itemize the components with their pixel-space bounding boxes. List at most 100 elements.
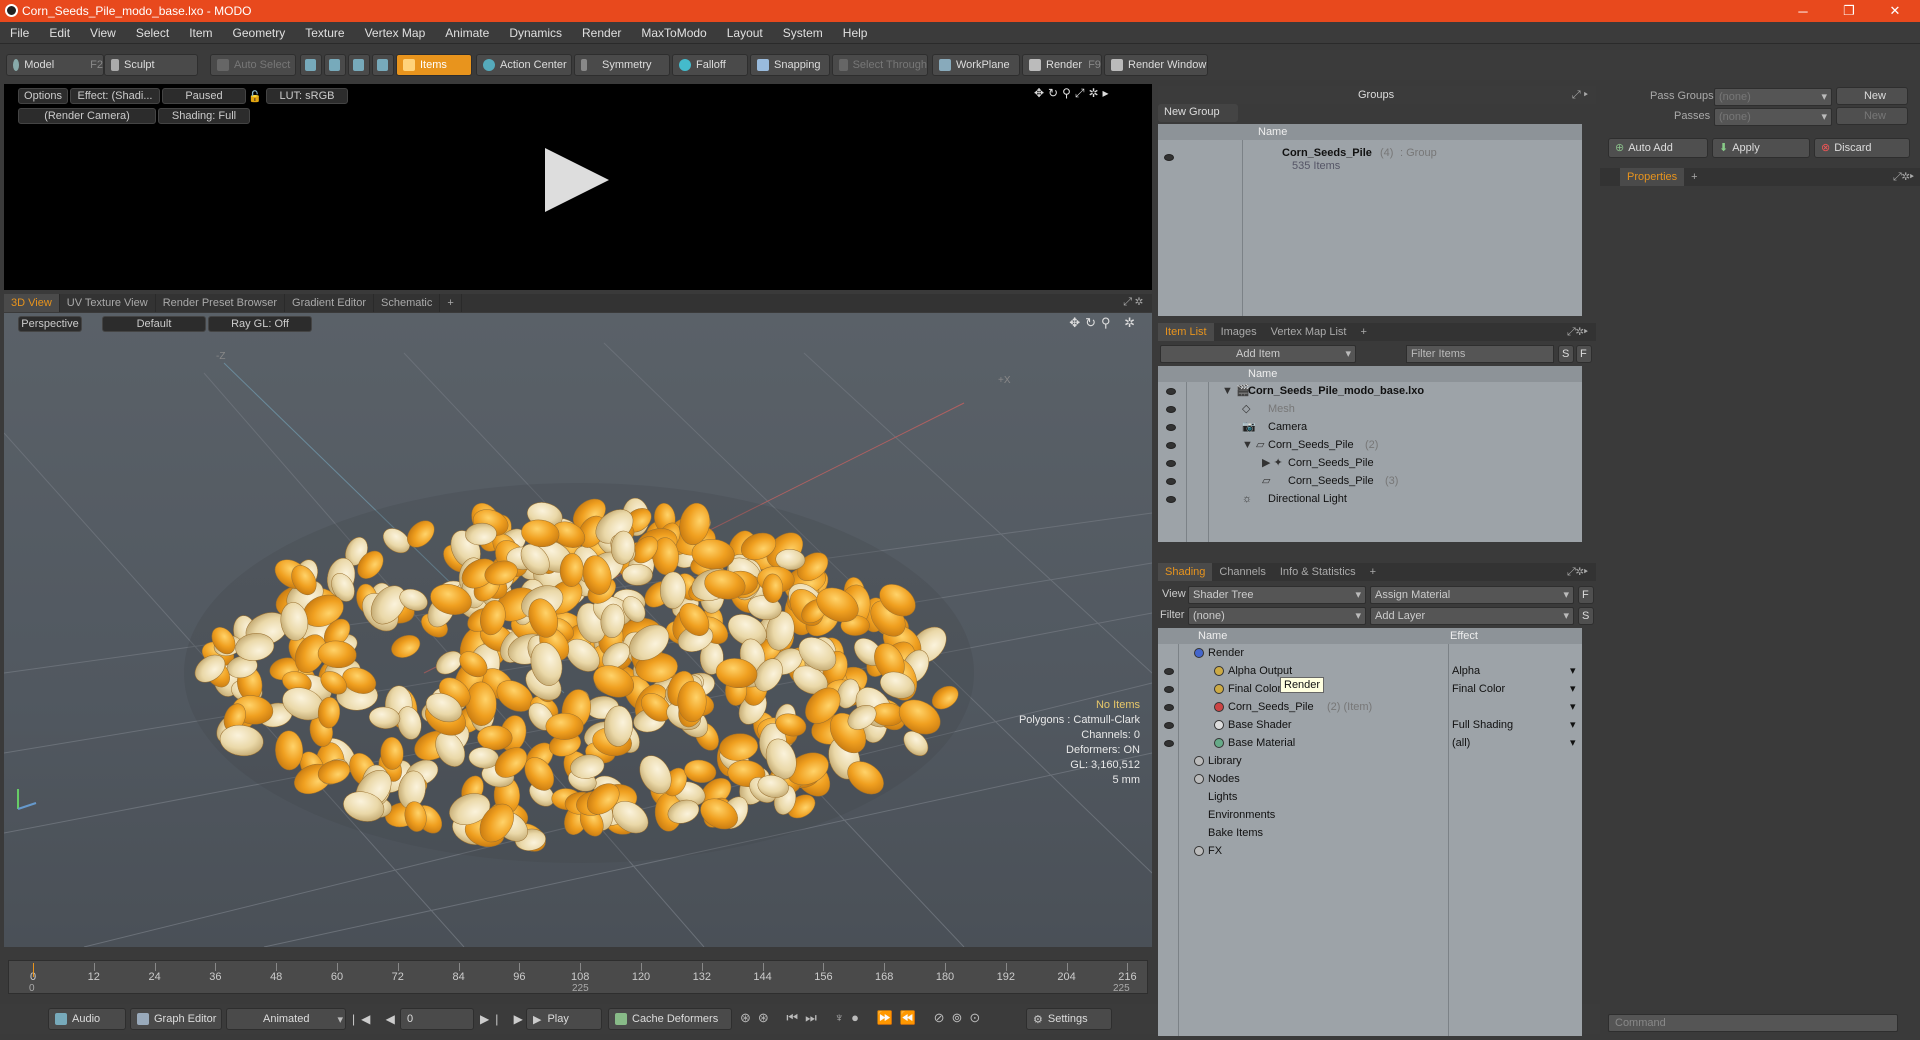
shader-tree-row[interactable]: Render <box>1208 644 1244 662</box>
menu-select[interactable]: Select <box>126 26 179 40</box>
shading-settings-icon[interactable]: ⤢✲▸ <box>1567 566 1588 579</box>
item-list-row[interactable]: Directional Light <box>1268 490 1347 508</box>
layer-visibility-icon[interactable] <box>1164 704 1174 711</box>
frame-input[interactable]: 0 <box>400 1008 474 1030</box>
auto-add-button[interactable]: ⊕ Auto Add <box>1608 138 1708 158</box>
shader-tree-row[interactable]: Lights <box>1208 788 1237 806</box>
model-mode-button[interactable]: Model F2 <box>6 54 104 76</box>
tab-item-list[interactable]: Item List <box>1158 323 1214 341</box>
falloff-button[interactable]: Falloff <box>672 54 748 76</box>
polygons-mode-button[interactable] <box>348 54 370 76</box>
item-list-f-button[interactable]: F <box>1576 345 1592 363</box>
play-icon[interactable] <box>545 148 609 212</box>
shader-tree-row[interactable]: Bake Items <box>1208 824 1263 842</box>
workplane-button[interactable]: WorkPlane <box>932 54 1020 76</box>
layer-visibility-icon[interactable] <box>1164 686 1174 693</box>
item-list[interactable]: Name ▼ 🎬 Corn_Seeds_Pile_modo_base.lxo ◇ Me… <box>1158 366 1582 542</box>
tab-images[interactable]: Images <box>1214 323 1264 341</box>
render-button[interactable]: Render F9 <box>1022 54 1102 76</box>
layer-visibility-icon[interactable] <box>1164 722 1174 729</box>
shader-effect-value[interactable]: Final Color <box>1452 680 1505 698</box>
item-visibility-icon[interactable] <box>1166 478 1176 485</box>
timeline[interactable]: 0 12 24 36 48 60 72 84 96 108 120 132 144 156 168 180 19… <box>4 954 1152 1000</box>
menu-maxtomodo[interactable]: MaxToModo <box>631 26 716 40</box>
close-button[interactable]: ✕ <box>1872 0 1918 22</box>
minimize-button[interactable]: ─ <box>1780 0 1826 22</box>
snapping-button[interactable]: Snapping <box>750 54 830 76</box>
tab-properties[interactable]: Properties <box>1620 168 1685 186</box>
item-visibility-icon[interactable] <box>1166 442 1176 449</box>
animated-dropdown[interactable]: Animated ▾ <box>226 1008 346 1030</box>
shader-tree-row[interactable]: Nodes <box>1208 770 1240 788</box>
settings-button[interactable]: ⚙ Settings <box>1026 1008 1112 1030</box>
tab-3d-view[interactable]: 3D View <box>4 294 60 312</box>
new-group-button[interactable]: New Group <box>1158 104 1238 122</box>
tab-channels[interactable]: Channels <box>1212 563 1272 581</box>
effect-dropdown-arrow-icon[interactable]: ▾ <box>1570 698 1576 716</box>
vertices-mode-button[interactable] <box>300 54 322 76</box>
add-tab-button[interactable]: + <box>440 294 462 312</box>
passes-dropdown[interactable]: (none) <box>1714 108 1832 126</box>
item-list-row[interactable]: Corn_Seeds_Pile <box>1288 454 1374 472</box>
groups-expand-icon[interactable]: ⤢ ▸ <box>1572 89 1588 102</box>
menu-geometry[interactable]: Geometry <box>223 26 296 40</box>
shading-f-button[interactable]: F <box>1578 586 1594 604</box>
key-controls-icon[interactable]: ⊛⊛ ⏮⏭ ♆● ⏩⏪ ⊘⊚⊙ <box>740 1010 987 1026</box>
pass-groups-dropdown[interactable]: (none) <box>1714 88 1832 106</box>
shader-tree-row[interactable]: FX <box>1208 842 1222 860</box>
new-pass-button[interactable]: New <box>1836 107 1908 125</box>
shader-tree-row[interactable]: Corn_Seeds_Pile <box>1228 698 1314 716</box>
menu-dynamics[interactable]: Dynamics <box>499 26 572 40</box>
discard-button[interactable]: ⊗ Discard <box>1814 138 1910 158</box>
filter-dropdown[interactable]: (none) <box>1188 607 1366 625</box>
shader-effect-value[interactable]: Full Shading <box>1452 716 1513 734</box>
tab-gradient-editor[interactable]: Gradient Editor <box>285 294 374 312</box>
tab-shading[interactable]: Shading <box>1158 563 1213 581</box>
action-center-button[interactable]: Action Center <box>476 54 572 76</box>
properties-add-tab[interactable]: + <box>1684 168 1704 186</box>
cache-deformers-button[interactable]: Cache Deformers <box>608 1008 732 1030</box>
menu-render[interactable]: Render <box>572 26 631 40</box>
item-list-row[interactable]: Mesh <box>1268 400 1295 418</box>
lut-dropdown[interactable]: LUT: sRGB <box>266 88 348 104</box>
shader-tree-row[interactable]: Base Material <box>1228 734 1295 752</box>
items-mode-button[interactable]: Items <box>396 54 472 76</box>
menu-help[interactable]: Help <box>833 26 878 40</box>
command-input[interactable]: Command <box>1608 1014 1898 1032</box>
item-list-add-tab[interactable]: + <box>1353 323 1373 341</box>
add-layer-dropdown[interactable]: Add Layer <box>1370 607 1574 625</box>
shader-tree-row[interactable]: Environments <box>1208 806 1275 824</box>
view-dropdown[interactable]: Shader Tree <box>1188 586 1366 604</box>
preview-view-controls-icon[interactable]: ✥↻⚲⤢✲▸ <box>1034 86 1113 101</box>
preview-effect-dropdown[interactable]: Effect: (Shadi... <box>70 88 160 104</box>
tab-render-preset-browser[interactable]: Render Preset Browser <box>156 294 286 312</box>
tab-vertex-map-list[interactable]: Vertex Map List <box>1264 323 1354 341</box>
preview-paused-button[interactable]: Paused <box>162 88 246 104</box>
graph-editor-button[interactable]: Graph Editor <box>130 1008 222 1030</box>
assign-material-dropdown[interactable]: Assign Material <box>1370 586 1574 604</box>
audio-button[interactable]: Audio <box>48 1008 126 1030</box>
layer-visibility-icon[interactable] <box>1164 740 1174 747</box>
shader-effect-value[interactable]: Alpha <box>1452 662 1480 680</box>
shader-tree-row[interactable]: Final Color <box>1228 680 1281 698</box>
item-visibility-icon[interactable] <box>1166 406 1176 413</box>
tab-schematic[interactable]: Schematic <box>374 294 441 312</box>
play-button[interactable]: ▶ Play <box>526 1008 602 1030</box>
effect-dropdown-arrow-icon[interactable]: ▾ <box>1570 734 1576 752</box>
menu-view[interactable]: View <box>80 26 126 40</box>
select-through-button[interactable]: Select Through <box>832 54 928 76</box>
shader-tree[interactable]: Name Effect Render Alpha Output Alpha ▾ Fina… <box>1158 628 1582 1036</box>
effect-dropdown-arrow-icon[interactable]: ▾ <box>1570 680 1576 698</box>
menu-system[interactable]: System <box>773 26 833 40</box>
apply-button[interactable]: ⬇ Apply <box>1712 138 1810 158</box>
edges-mode-button[interactable] <box>324 54 346 76</box>
effect-dropdown-arrow-icon[interactable]: ▾ <box>1570 662 1576 680</box>
add-item-dropdown[interactable]: Add Item <box>1160 345 1356 363</box>
shading-dropdown[interactable]: Shading: Full <box>158 108 250 124</box>
materials-mode-button[interactable] <box>372 54 394 76</box>
shading-s-button[interactable]: S <box>1578 607 1594 625</box>
symmetry-button[interactable]: Symmetry <box>574 54 670 76</box>
item-list-settings-icon[interactable]: ⤢✲▸ <box>1567 326 1588 339</box>
group-visibility-icon[interactable] <box>1164 154 1174 161</box>
item-visibility-icon[interactable] <box>1166 460 1176 467</box>
